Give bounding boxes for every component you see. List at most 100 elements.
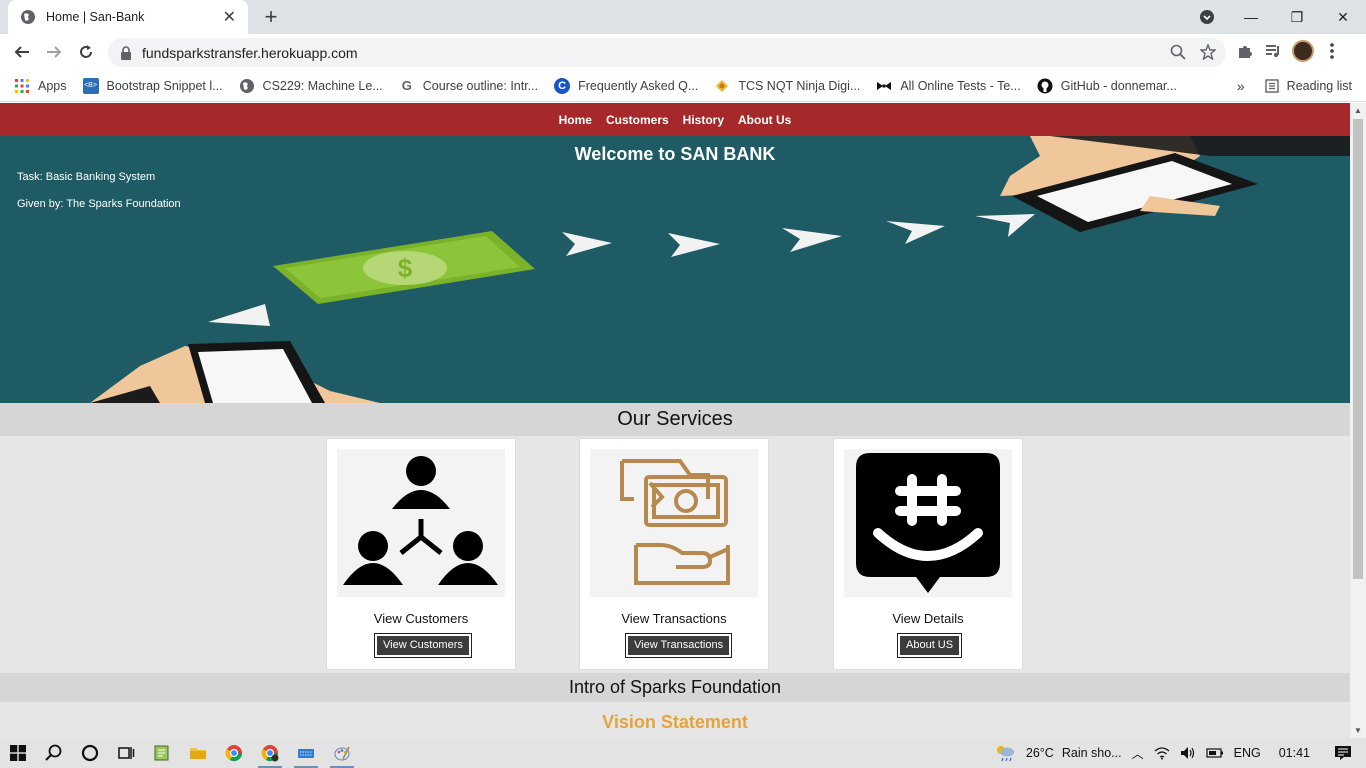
- input-language[interactable]: ENG: [1234, 746, 1261, 760]
- scrollbar-thumb[interactable]: [1353, 119, 1363, 579]
- new-tab-button[interactable]: +: [258, 4, 284, 30]
- reload-button[interactable]: [74, 40, 98, 64]
- about-us-button[interactable]: About US: [896, 633, 963, 658]
- bottom-hand-phone: [90, 341, 380, 403]
- bookmark-star-icon[interactable]: [1200, 44, 1216, 60]
- card-title: View Transactions: [621, 611, 727, 626]
- scroll-down-arrow-icon[interactable]: ▼: [1354, 726, 1362, 735]
- view-customers-button[interactable]: View Customers: [374, 633, 472, 658]
- taskbar-chrome-profile[interactable]: [252, 738, 288, 768]
- extensions-puzzle-icon[interactable]: [1236, 42, 1254, 60]
- page-scrollbar[interactable]: ▲ ▼: [1350, 103, 1366, 738]
- zoom-search-icon[interactable]: [1170, 44, 1186, 60]
- search-icon: [45, 744, 62, 761]
- hero-task-text: Task: Basic Banking System: [17, 171, 156, 183]
- taskbar-chrome[interactable]: [216, 738, 252, 768]
- bookmark-apps[interactable]: Apps: [14, 78, 67, 94]
- bookmark-online-tests[interactable]: All Online Tests - Te...: [876, 78, 1021, 94]
- svg-text:$: $: [398, 253, 413, 283]
- bookmark-cs229[interactable]: CS229: Machine Le...: [239, 78, 383, 94]
- scroll-up-arrow-icon[interactable]: ▲: [1354, 106, 1362, 115]
- bookmarks-bar: Apps <B> Bootstrap Snippet l... CS229: M…: [0, 70, 1366, 102]
- lock-icon: [121, 45, 131, 60]
- nav-history[interactable]: History: [681, 113, 726, 127]
- reading-list-icon: [1264, 79, 1279, 93]
- bookmark-github[interactable]: GitHub - donnemar...: [1037, 78, 1177, 94]
- intro-heading: Intro of Sparks Foundation: [0, 673, 1350, 702]
- back-button[interactable]: [10, 40, 34, 64]
- weather-description[interactable]: Rain sho...: [1062, 746, 1122, 760]
- back-arrow-icon: [14, 46, 29, 58]
- battery-icon[interactable]: [1206, 747, 1224, 759]
- forward-button[interactable]: [42, 40, 66, 64]
- bookmark-label: Course outline: Intr...: [422, 78, 539, 93]
- reading-list-button[interactable]: Reading list: [1287, 79, 1352, 93]
- taskbar-notepad[interactable]: [144, 738, 180, 768]
- bookmark-bootstrap[interactable]: <B> Bootstrap Snippet l...: [82, 77, 223, 94]
- tab-title: Home | San-Bank: [46, 10, 145, 24]
- clock-time[interactable]: 01:41: [1279, 746, 1310, 760]
- bookmark-course-outline[interactable]: G Course outline: Intr...: [399, 78, 538, 94]
- page-viewport: Home Customers History About Us $ Welcom…: [0, 103, 1350, 738]
- services-section: View Customers View Customers View Trans…: [0, 436, 1350, 673]
- money-transfer-icon: [590, 449, 758, 597]
- c-icon: C: [554, 77, 571, 94]
- weather-temperature[interactable]: 26°C: [1026, 746, 1054, 760]
- windows-logo-icon: [10, 745, 26, 761]
- nav-about-us[interactable]: About Us: [736, 113, 793, 127]
- nav-home[interactable]: Home: [557, 113, 594, 127]
- banknote: $: [273, 231, 535, 304]
- start-button[interactable]: [0, 738, 36, 768]
- taskbar-keyboard-app[interactable]: [288, 738, 324, 768]
- services-heading: Our Services: [0, 403, 1350, 436]
- folder-icon: [190, 748, 206, 759]
- notepad-icon: [154, 745, 169, 761]
- show-hidden-icons-chevron-icon[interactable]: ︿: [1132, 745, 1144, 762]
- bookmark-label: Bootstrap Snippet l...: [106, 78, 223, 93]
- taskbar-file-explorer[interactable]: [180, 738, 216, 768]
- tab-search-icon[interactable]: [1198, 8, 1216, 26]
- bookmark-label: Frequently Asked Q...: [578, 78, 699, 93]
- hero-title: Welcome to SAN BANK: [574, 144, 776, 164]
- system-tray: 26°C Rain sho... ︿ ENG 01:41: [994, 738, 1366, 768]
- chat-hashtag-icon: [844, 449, 1012, 597]
- nav-customers[interactable]: Customers: [604, 113, 671, 127]
- globe-icon: [239, 78, 254, 93]
- service-card-transactions: View Transactions View Transactions: [579, 438, 769, 670]
- more-menu-icon[interactable]: [1324, 42, 1340, 60]
- chrome-profile-icon: [261, 745, 279, 762]
- taskbar-paint-app[interactable]: [324, 738, 360, 768]
- media-queue-icon[interactable]: [1264, 42, 1282, 60]
- service-card-customers: View Customers View Customers: [326, 438, 516, 670]
- cortana-button[interactable]: [72, 738, 108, 768]
- cortana-circle-icon: [81, 744, 99, 762]
- search-button[interactable]: [36, 738, 72, 768]
- card-title: View Details: [892, 611, 964, 626]
- task-view-icon: [118, 747, 135, 759]
- card-title: View Customers: [373, 611, 469, 626]
- google-icon: G: [401, 78, 412, 93]
- task-view-button[interactable]: [108, 738, 144, 768]
- address-bar[interactable]: fundsparkstransfer.herokuapp.com: [108, 38, 1226, 67]
- profile-avatar[interactable]: [1292, 40, 1314, 62]
- minimize-button[interactable]: —: [1228, 0, 1274, 34]
- volume-icon[interactable]: [1180, 746, 1196, 760]
- bookmark-faq[interactable]: C Frequently Asked Q...: [554, 77, 699, 94]
- bookmark-label: TCS NQT Ninja Digi...: [738, 78, 861, 93]
- weather-rain-icon: [996, 746, 1014, 762]
- view-transactions-button[interactable]: View Transactions: [624, 633, 733, 658]
- browser-tab[interactable]: Home | San-Bank ✕: [8, 0, 248, 34]
- bookmark-label: CS229: Machine Le...: [262, 78, 383, 93]
- paint-palette-icon: [334, 746, 350, 761]
- tab-close-icon[interactable]: ✕: [223, 7, 236, 27]
- bookmark-tcs[interactable]: TCS NQT Ninja Digi...: [714, 78, 860, 94]
- notification-center-icon[interactable]: [1334, 745, 1352, 761]
- restore-button[interactable]: ❐: [1274, 0, 1320, 34]
- more-bookmarks-button[interactable]: »: [1237, 78, 1245, 94]
- vision-statement-heading: Vision Statement: [602, 712, 748, 732]
- close-window-button[interactable]: ✕: [1320, 0, 1366, 34]
- wifi-icon[interactable]: [1154, 746, 1170, 760]
- apps-grid-icon: [15, 78, 29, 93]
- browser-toolbar: fundsparkstransfer.herokuapp.com: [0, 34, 1366, 70]
- github-icon: [1037, 78, 1053, 93]
